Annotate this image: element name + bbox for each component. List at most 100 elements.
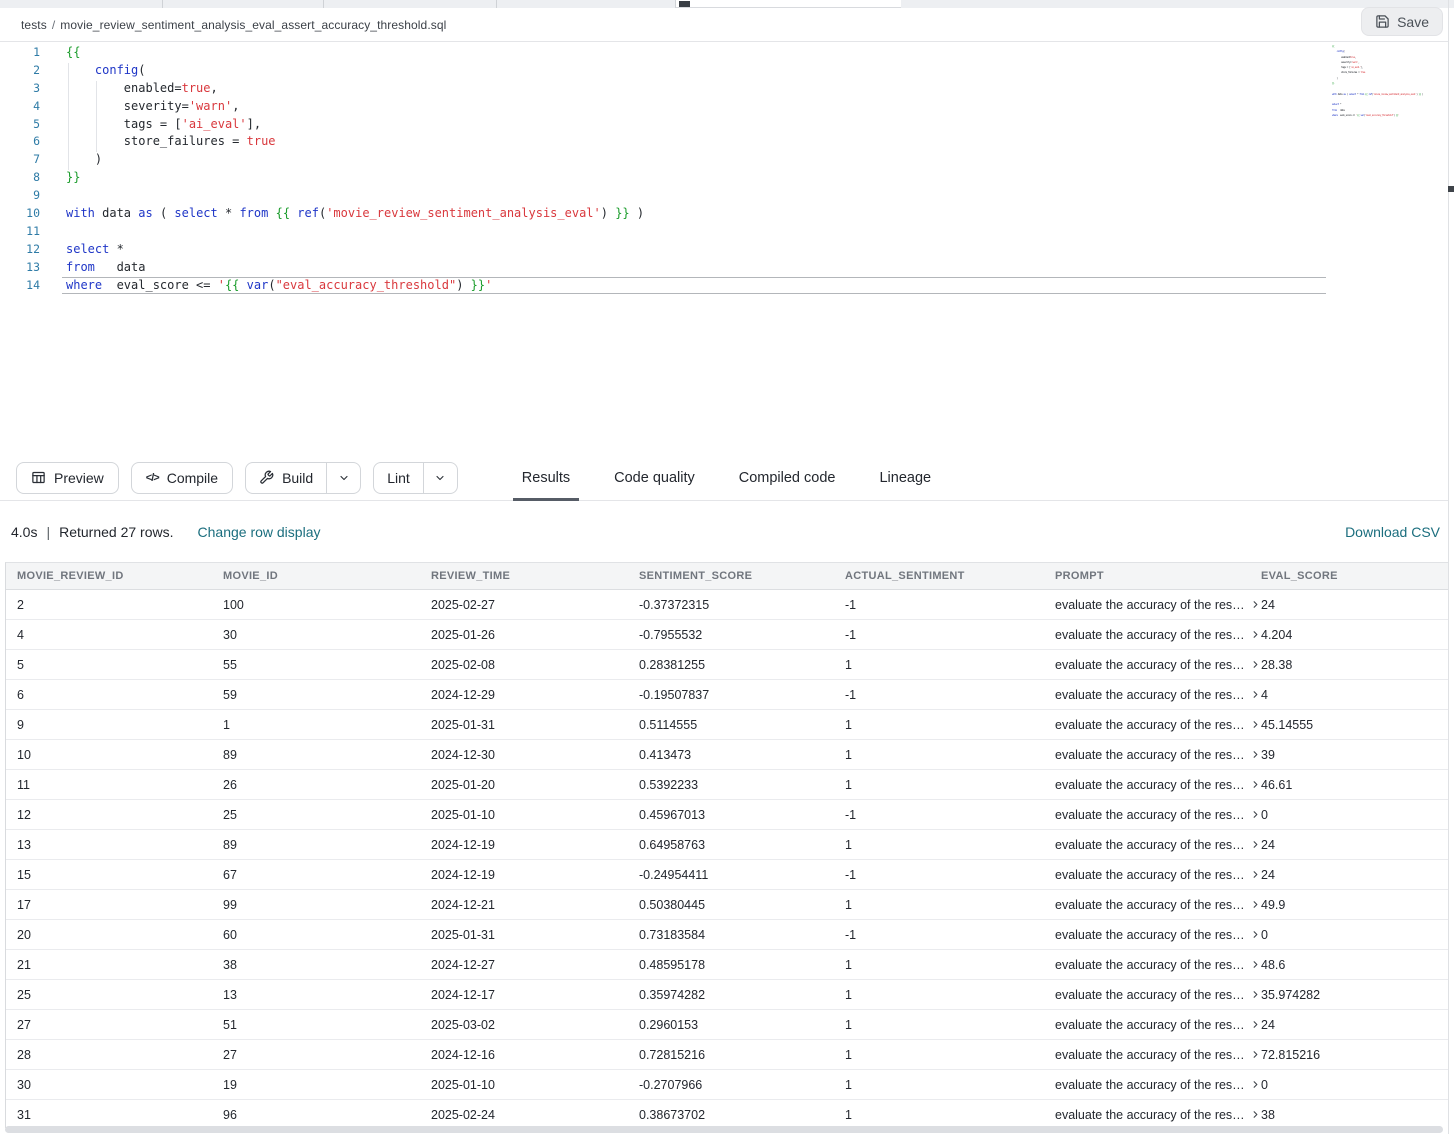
code-line[interactable]: 3 enabled=true, bbox=[0, 80, 1448, 98]
build-button[interactable]: Build bbox=[246, 463, 326, 493]
change-row-display-link[interactable]: Change row display bbox=[198, 524, 321, 540]
table-row: 17992024-12-210.503804451evaluate the ac… bbox=[6, 890, 1448, 920]
cell-movie-review-id: 28 bbox=[17, 1048, 223, 1062]
cell-eval-score: 38 bbox=[1261, 1108, 1448, 1122]
line-number: 5 bbox=[0, 116, 40, 134]
chevron-down-icon bbox=[434, 472, 446, 484]
code-line[interactable]: 2 config( bbox=[0, 62, 1448, 80]
top-tab-segment[interactable] bbox=[0, 0, 163, 8]
cell-actual-sentiment: 1 bbox=[845, 718, 1055, 732]
top-tab-segment[interactable] bbox=[163, 0, 324, 8]
tab-compiled-code[interactable]: Compiled code bbox=[736, 455, 839, 501]
cell-sentiment-score: 0.35974282 bbox=[639, 988, 845, 1002]
column-header-sentiment_score: SENTIMENT_SCORE bbox=[639, 570, 845, 582]
horizontal-scrollbar-thumb[interactable] bbox=[5, 1126, 1443, 1133]
code-text: }} bbox=[66, 169, 80, 187]
download-csv-link[interactable]: Download CSV bbox=[1345, 524, 1440, 540]
cell-eval-score: 35.974282 bbox=[1261, 988, 1448, 1002]
cell-prompt: evaluate the accuracy of the res… bbox=[1055, 928, 1261, 942]
breadcrumb-dir[interactable]: tests bbox=[21, 18, 47, 32]
code-line[interactable]: 11 bbox=[0, 223, 1448, 241]
code-line[interactable]: 12select * bbox=[0, 241, 1448, 259]
prompt-expand-chevron-icon[interactable] bbox=[1250, 1109, 1261, 1120]
prompt-preview-text: evaluate the accuracy of the res… bbox=[1055, 928, 1245, 942]
prompt-expand-chevron-icon[interactable] bbox=[1250, 1079, 1261, 1090]
minimap[interactable]: {{ config( enabled=true, severity='warn'… bbox=[1332, 44, 1444, 118]
cell-review-time: 2024-12-19 bbox=[431, 838, 639, 852]
cell-movie-review-id: 21 bbox=[17, 958, 223, 972]
prompt-preview-text: evaluate the accuracy of the res… bbox=[1055, 1108, 1245, 1122]
code-text: severity='warn', bbox=[66, 98, 239, 116]
save-button[interactable]: Save bbox=[1361, 7, 1443, 36]
cell-movie-id: 55 bbox=[223, 658, 431, 672]
table-row: 21002025-02-27-0.37372315-1evaluate the … bbox=[6, 590, 1448, 620]
cell-actual-sentiment: -1 bbox=[845, 928, 1055, 942]
table-row: 27512025-03-020.29601531evaluate the acc… bbox=[6, 1010, 1448, 1040]
file-header: tests/movie_review_sentiment_analysis_ev… bbox=[0, 9, 1448, 42]
tab-lineage[interactable]: Lineage bbox=[876, 455, 934, 501]
cell-eval-score: 0 bbox=[1261, 928, 1448, 942]
cell-actual-sentiment: 1 bbox=[845, 1048, 1055, 1062]
prompt-expand-chevron-icon[interactable] bbox=[1250, 899, 1261, 910]
code-line[interactable]: 8}} bbox=[0, 169, 1448, 187]
cell-movie-id: 25 bbox=[223, 808, 431, 822]
table-row: 15672024-12-19-0.24954411-1evaluate the … bbox=[6, 860, 1448, 890]
prompt-expand-chevron-icon[interactable] bbox=[1250, 839, 1261, 850]
cell-review-time: 2024-12-30 bbox=[431, 748, 639, 762]
cell-eval-score: 48.6 bbox=[1261, 958, 1448, 972]
line-number: 14 bbox=[0, 277, 40, 295]
prompt-expand-chevron-icon[interactable] bbox=[1250, 929, 1261, 940]
table-row: 21382024-12-270.485951781evaluate the ac… bbox=[6, 950, 1448, 980]
chevron-down-icon bbox=[338, 472, 350, 484]
code-line[interactable]: 9 bbox=[0, 187, 1448, 205]
cell-actual-sentiment: -1 bbox=[845, 868, 1055, 882]
top-tab-segment[interactable] bbox=[324, 0, 497, 8]
lint-button[interactable]: Lint bbox=[374, 463, 423, 493]
returned-rows-text: Returned 27 rows. bbox=[59, 524, 173, 540]
code-line[interactable]: 14where eval_score <= '{{ var("eval_accu… bbox=[0, 277, 1448, 295]
code-editor[interactable]: 1{{2 config(3 enabled=true,4 severity='w… bbox=[0, 44, 1448, 455]
cell-review-time: 2024-12-16 bbox=[431, 1048, 639, 1062]
cell-prompt: evaluate the accuracy of the res… bbox=[1055, 658, 1261, 672]
compile-button[interactable]: </> Compile bbox=[131, 462, 233, 494]
tab-results[interactable]: Results bbox=[519, 455, 573, 501]
tab-code-quality[interactable]: Code quality bbox=[611, 455, 698, 501]
build-dropdown-button[interactable] bbox=[326, 463, 360, 493]
cell-sentiment-score: 0.413473 bbox=[639, 748, 845, 762]
prompt-expand-chevron-icon[interactable] bbox=[1250, 689, 1261, 700]
save-label: Save bbox=[1397, 14, 1429, 30]
prompt-expand-chevron-icon[interactable] bbox=[1250, 809, 1261, 820]
prompt-expand-chevron-icon[interactable] bbox=[1250, 629, 1261, 640]
code-line[interactable]: 7 ) bbox=[0, 151, 1448, 169]
prompt-expand-chevron-icon[interactable] bbox=[1250, 989, 1261, 1000]
code-line[interactable]: 4 severity='warn', bbox=[0, 98, 1448, 116]
column-header-movie_id: MOVIE_ID bbox=[223, 570, 431, 582]
top-tab-segment[interactable] bbox=[497, 0, 676, 8]
active-tab-icon bbox=[679, 1, 690, 7]
cell-actual-sentiment: 1 bbox=[845, 748, 1055, 762]
prompt-expand-chevron-icon[interactable] bbox=[1250, 719, 1261, 730]
lint-dropdown-button[interactable] bbox=[423, 463, 457, 493]
code-line[interactable]: 6 store_failures = true bbox=[0, 133, 1448, 151]
prompt-expand-chevron-icon[interactable] bbox=[1250, 1049, 1261, 1060]
prompt-expand-chevron-icon[interactable] bbox=[1250, 959, 1261, 970]
prompt-expand-chevron-icon[interactable] bbox=[1250, 779, 1261, 790]
code-line[interactable]: 5 tags = ['ai_eval'], bbox=[0, 116, 1448, 134]
code-line[interactable]: 13from data bbox=[0, 259, 1448, 277]
horizontal-scrollbar[interactable] bbox=[5, 1126, 1443, 1133]
prompt-expand-chevron-icon[interactable] bbox=[1250, 659, 1261, 670]
prompt-expand-chevron-icon[interactable] bbox=[1250, 1019, 1261, 1030]
prompt-expand-chevron-icon[interactable] bbox=[1250, 749, 1261, 760]
cell-movie-id: 100 bbox=[223, 598, 431, 612]
preview-button[interactable]: Preview bbox=[16, 462, 119, 494]
code-line[interactable]: 1{{ bbox=[0, 44, 1448, 62]
table-row: 912025-01-310.51145551evaluate the accur… bbox=[6, 710, 1448, 740]
table-row: 20602025-01-310.73183584-1evaluate the a… bbox=[6, 920, 1448, 950]
prompt-expand-chevron-icon[interactable] bbox=[1250, 869, 1261, 880]
cell-prompt: evaluate the accuracy of the res… bbox=[1055, 1018, 1261, 1032]
code-line[interactable]: 10with data as ( select * from {{ ref('m… bbox=[0, 205, 1448, 223]
results-tabs: Results Code quality Compiled code Lineage bbox=[500, 455, 953, 501]
code-text: select * bbox=[66, 241, 124, 259]
prompt-expand-chevron-icon[interactable] bbox=[1250, 599, 1261, 610]
line-number: 9 bbox=[0, 187, 40, 205]
